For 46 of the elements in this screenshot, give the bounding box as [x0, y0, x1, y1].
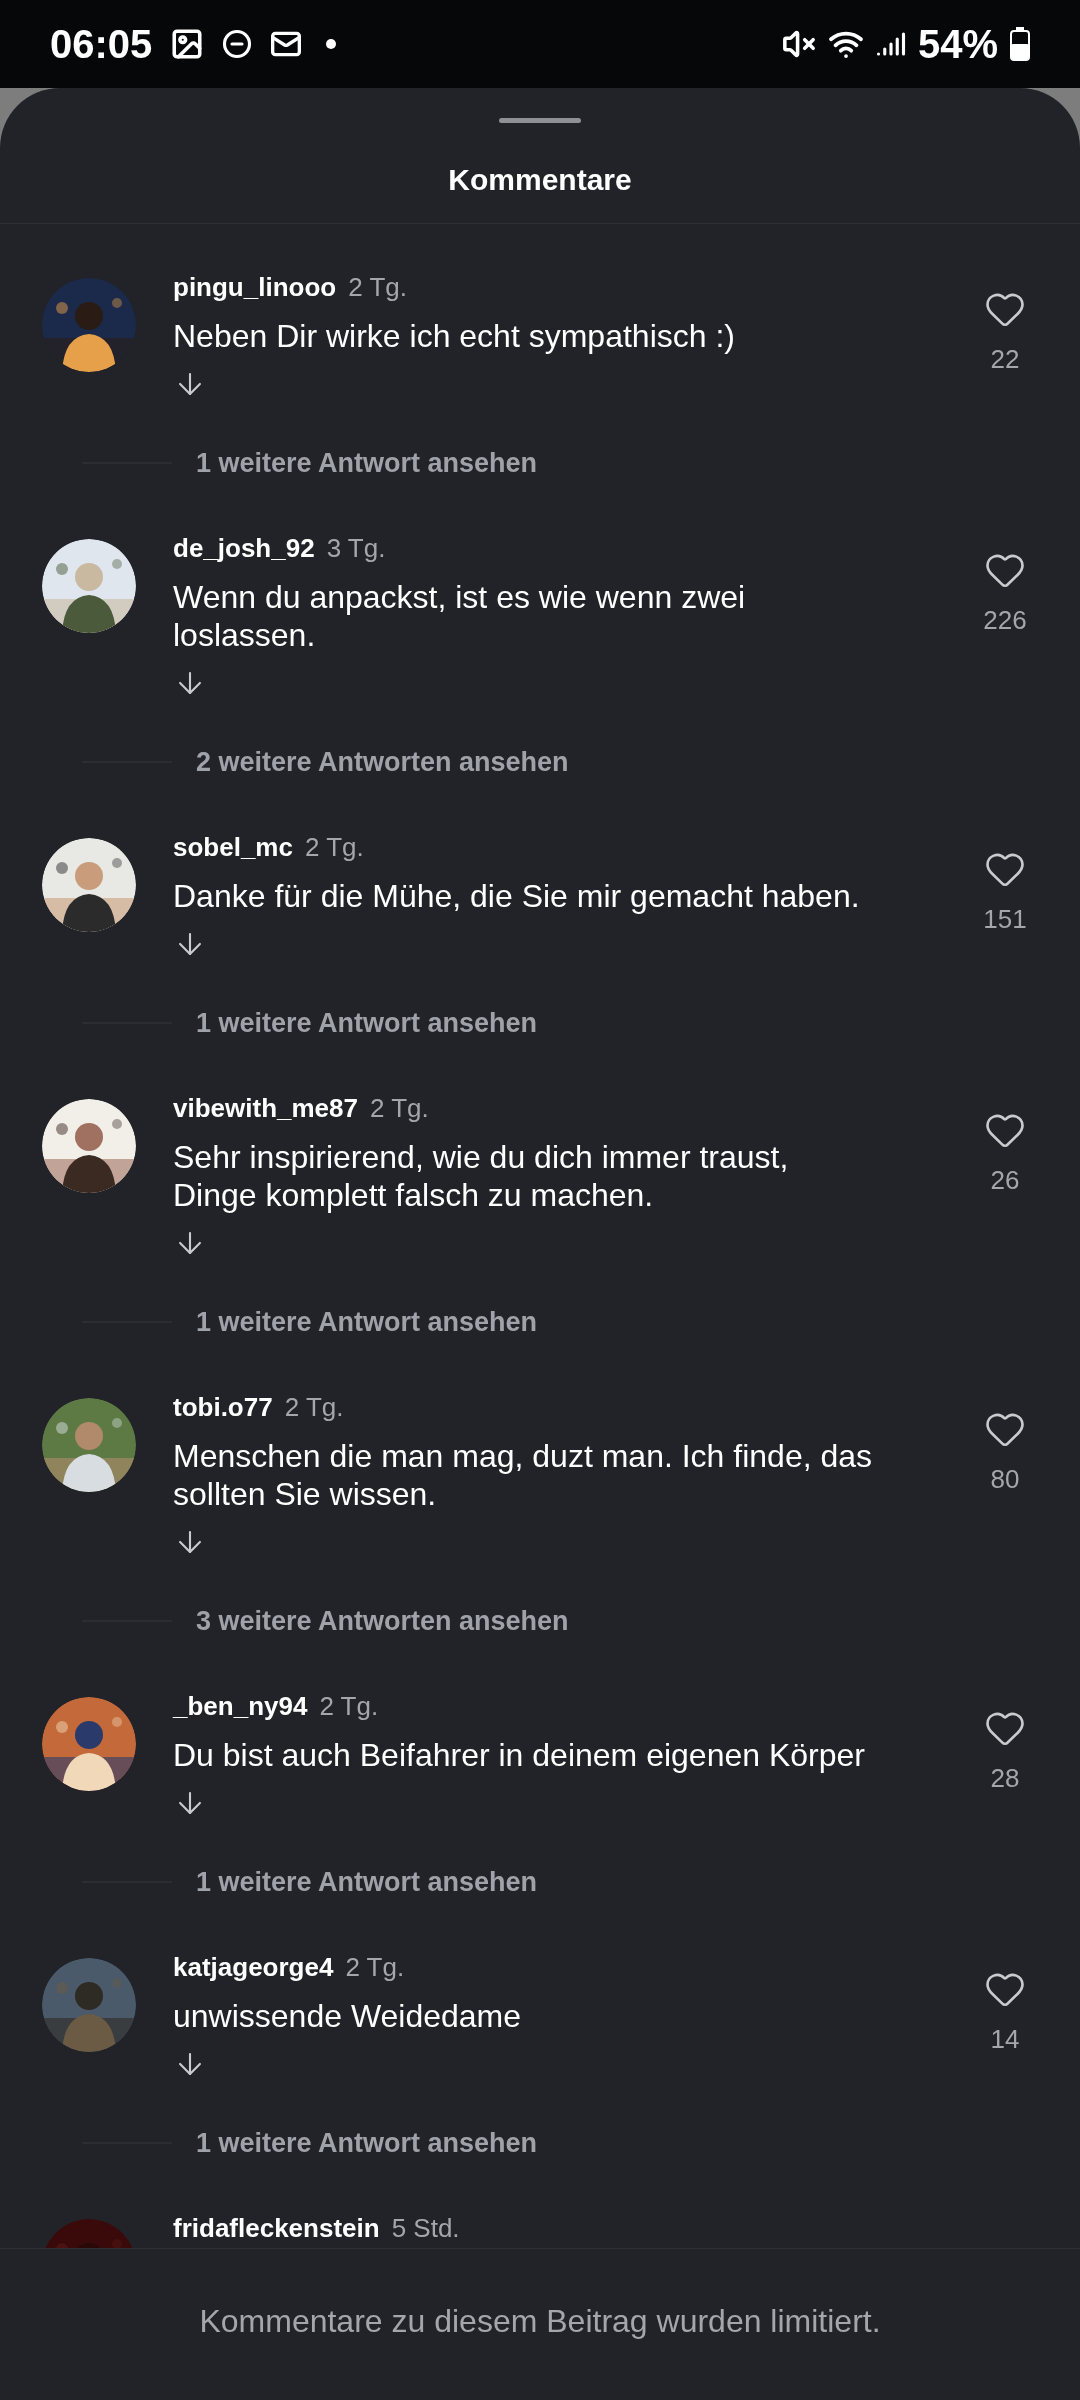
comment-text: Menschen die man mag, duzt man. Ich finde, das sollten Sie wissen. — [173, 1437, 873, 1513]
comment-text: unwissende Weidedame — [173, 1997, 522, 2035]
do-not-disturb-icon — [222, 29, 253, 59]
username[interactable]: vibewith_me87 — [173, 1089, 358, 1128]
username[interactable]: _ben_ny94 — [173, 1687, 308, 1726]
comment-time: 2 Tg. — [370, 1092, 429, 1125]
comments-limited-notice: Kommentare zu diesem Beitrag wurden limitiert. — [199, 2301, 881, 2341]
comment-time: 2 Tg. — [319, 1690, 379, 1723]
battery-percent: 54% — [917, 21, 998, 68]
comment-text: Du bist auch Beifahrer in deinem eigenen Körper — [173, 1736, 865, 1774]
username[interactable]: fridafleckenstein — [173, 2209, 380, 2248]
view-replies-link[interactable]: 1 weitere Antwort ansehen — [196, 1002, 538, 1044]
view-replies-link[interactable]: 1 weitere Antwort ansehen — [196, 2122, 538, 2164]
comment-time: 2 Tg. — [304, 831, 364, 864]
username[interactable]: sobel_mc — [173, 828, 293, 867]
like-count: 226 — [983, 604, 1027, 637]
comment-time: 2 Tg. — [348, 271, 407, 304]
username[interactable]: tobi.o77 — [173, 1388, 273, 1427]
gallery-icon — [170, 27, 205, 61]
comment-text: Sehr inspirierend, wie du dich immer traust, Dinge komplett falsch zu machen. — [173, 1138, 789, 1214]
like-count: 14 — [990, 2023, 1020, 2056]
username[interactable]: pingu_linooo — [173, 268, 337, 307]
username[interactable]: katjageorge4 — [173, 1948, 334, 1987]
comment-text: Wenn du anpackst, ist es wie wenn zwei loslassen. — [173, 578, 746, 654]
username[interactable]: de_josh_92 — [173, 529, 315, 568]
comment-time: 2 Tg. — [284, 1391, 344, 1424]
comment-text: Neben Dir wirke ich echt sympathisch :) — [173, 317, 735, 355]
battery-icon — [1010, 27, 1030, 61]
clock: 06:05 — [50, 21, 153, 68]
like-count: 28 — [990, 1762, 1020, 1795]
comment-text: Danke für die Mühe, die Sie mir gemacht haben. — [173, 877, 860, 915]
view-replies-link[interactable]: 1 weitere Antwort ansehen — [196, 1301, 538, 1343]
like-count: 151 — [983, 903, 1027, 936]
drag-handle[interactable] — [499, 118, 581, 123]
signal-icon — [875, 29, 906, 59]
like-count: 26 — [990, 1164, 1020, 1197]
view-replies-link[interactable]: 2 weitere Antworten ansehen — [196, 741, 569, 783]
comment-time: 3 Tg. — [326, 532, 386, 565]
comment-time: 2 Tg. — [345, 1951, 405, 1984]
comment-time: 5 Std. — [391, 2212, 460, 2245]
view-replies-link[interactable]: 1 weitere Antwort ansehen — [196, 442, 538, 484]
sheet-title: Kommentare — [448, 162, 632, 198]
view-replies-link[interactable]: 1 weitere Antwort ansehen — [196, 1861, 538, 1903]
like-count: 22 — [990, 343, 1020, 376]
view-replies-link[interactable]: 3 weitere Antworten ansehen — [196, 1600, 569, 1642]
like-count: 80 — [990, 1463, 1020, 1496]
